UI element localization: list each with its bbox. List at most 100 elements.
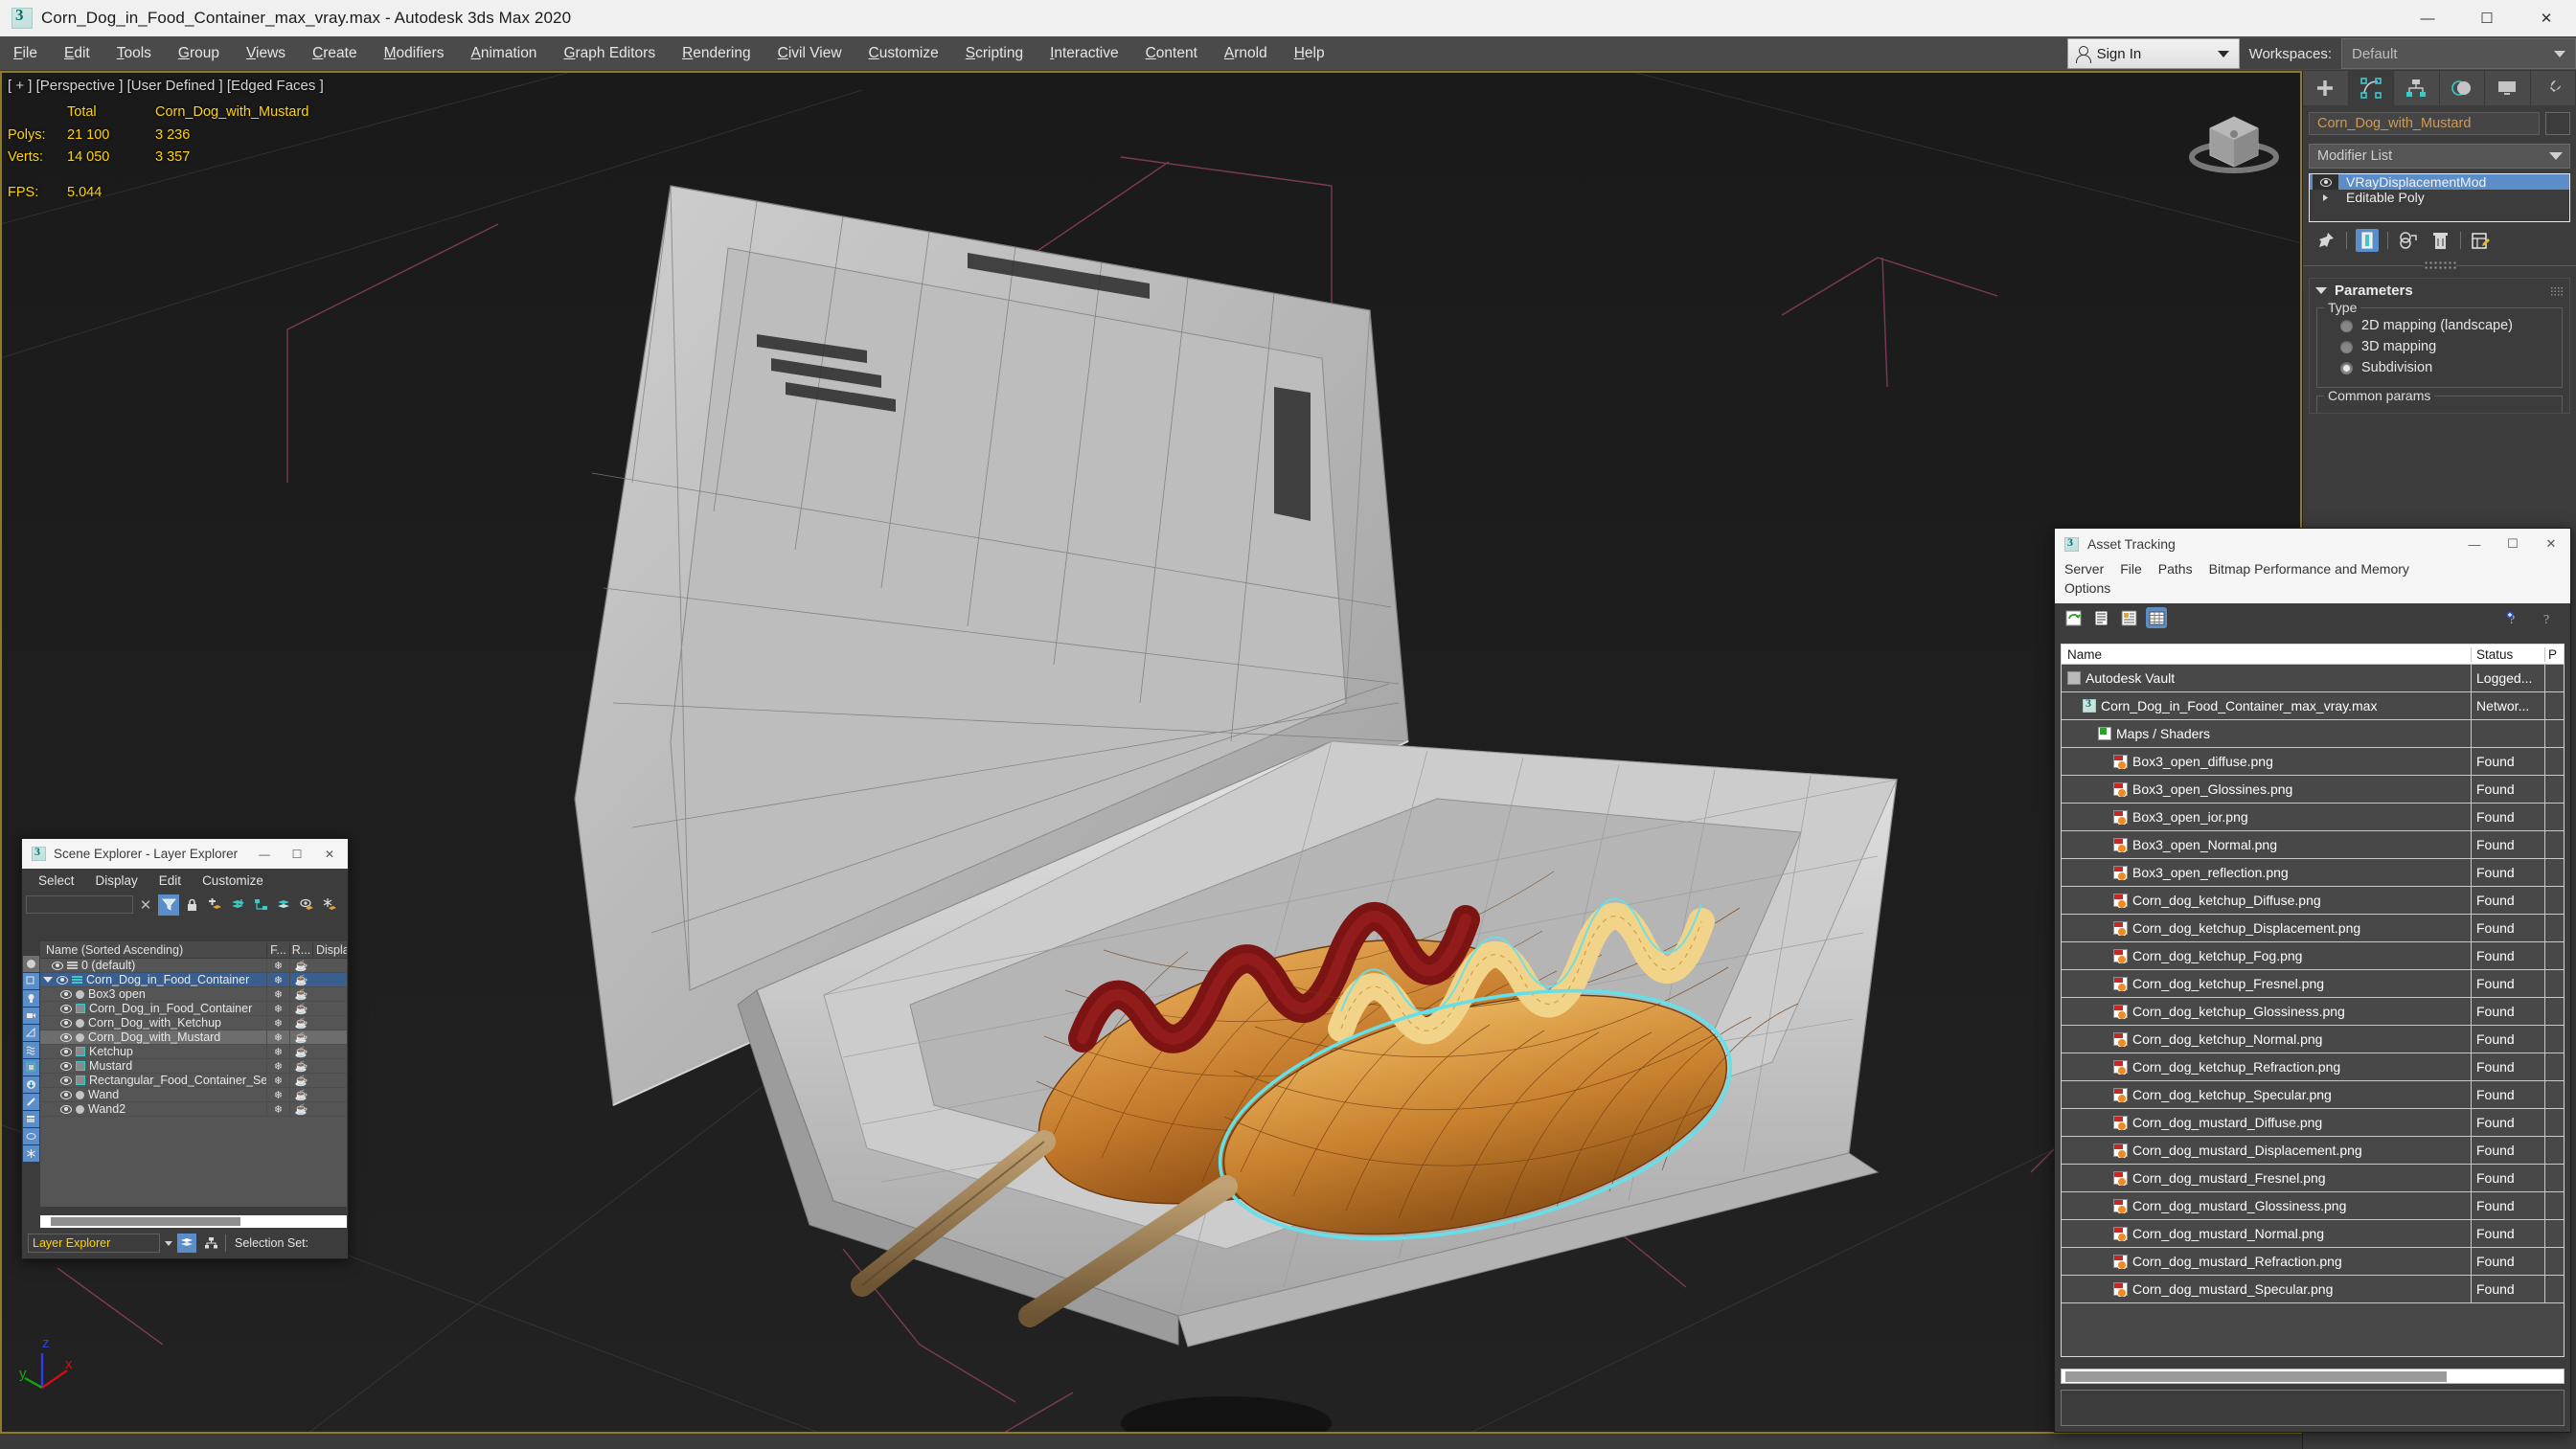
menu-views[interactable]: Views — [233, 40, 299, 67]
at-menu-server[interactable]: Server — [2064, 559, 2112, 578]
scrollbar-thumb[interactable] — [2065, 1370, 2448, 1382]
create-tab[interactable] — [2303, 71, 2349, 105]
radio-2d-mapping[interactable]: 2D mapping (landscape) — [2323, 315, 2556, 336]
filter-icon[interactable] — [158, 894, 179, 916]
view-cube[interactable] — [2181, 92, 2287, 192]
row-render-cell[interactable]: ☕ — [289, 973, 312, 986]
refresh-icon[interactable] — [2063, 607, 2084, 628]
add-layer-icon[interactable] — [204, 894, 225, 916]
row-render-cell[interactable]: ☕ — [289, 1074, 312, 1087]
visibility-eye-icon[interactable] — [60, 1104, 72, 1114]
asset-row[interactable]: Maps / Shaders — [2062, 720, 2564, 748]
asset-row-name[interactable]: Corn_dog_ketchup_Fog.png — [2062, 948, 2471, 963]
asset-row-name[interactable]: Corn_dog_mustard_Diffuse.png — [2062, 1115, 2471, 1130]
asset-row[interactable]: Corn_dog_mustard_Diffuse.png Found — [2062, 1109, 2564, 1137]
modifier-eye-icon[interactable] — [2313, 174, 2338, 190]
menu-scripting[interactable]: Scripting — [952, 40, 1037, 67]
asset-row[interactable]: Corn_dog_mustard_Displacement.png Found — [2062, 1137, 2564, 1165]
radio-subdivision[interactable]: Subdivision — [2323, 357, 2556, 378]
workspace-select[interactable]: Default — [2341, 38, 2576, 69]
asset-row[interactable]: Corn_dog_ketchup_Displacement.png Found — [2062, 915, 2564, 942]
row-frozen-cell[interactable]: ❄ — [266, 1102, 289, 1116]
modifier-list-dropdown[interactable]: Modifier List — [2309, 144, 2570, 169]
menu-customize[interactable]: Customize — [855, 40, 952, 67]
scene-explorer-dialog[interactable]: Scene Explorer - Layer Explorer — ☐ ✕ Se… — [21, 838, 349, 1259]
asset-row[interactable]: Corn_dog_ketchup_Specular.png Found — [2062, 1081, 2564, 1109]
column-render[interactable]: R... — [289, 942, 312, 957]
se-menu-display[interactable]: Display — [85, 872, 148, 890]
menu-modifiers[interactable]: Modifiers — [371, 40, 458, 67]
menu-content[interactable]: Content — [1132, 40, 1211, 67]
menu-graph-editors[interactable]: Graph Editors — [550, 40, 669, 67]
at-menu-options[interactable]: Options — [2064, 578, 2119, 598]
list-view-icon[interactable] — [2090, 607, 2111, 628]
scene-explorer-row-name[interactable]: Wand — [40, 1088, 266, 1101]
asset-row-name[interactable]: Corn_dog_ketchup_Refraction.png — [2062, 1059, 2471, 1075]
row-frozen-cell[interactable]: ❄ — [266, 1030, 289, 1044]
row-frozen-cell[interactable]: ❄ — [266, 1045, 289, 1058]
maximize-icon[interactable]: ☐ — [2494, 529, 2532, 559]
layers-icon[interactable] — [273, 894, 294, 916]
explorer-select[interactable]: Layer Explorer — [28, 1234, 160, 1253]
object-name-field[interactable]: Corn_Dog_with_Mustard — [2309, 112, 2540, 135]
search-input[interactable] — [26, 895, 133, 914]
close-icon[interactable]: ✕ — [2532, 529, 2570, 559]
scene-explorer-row-name[interactable]: Corn_Dog_in_Food_Container — [40, 1002, 266, 1015]
asset-row[interactable]: Box3_open_reflection.png Found — [2062, 859, 2564, 887]
visibility-eye-icon[interactable] — [60, 1018, 72, 1028]
scene-explorer-row[interactable]: Rectangular_Food_Container_Set ❄ ☕ — [40, 1074, 347, 1088]
row-frozen-cell[interactable]: ❄ — [266, 1074, 289, 1087]
row-render-cell[interactable]: ☕ — [289, 959, 312, 972]
hierarchy-icon[interactable] — [250, 894, 271, 916]
asset-row[interactable]: Corn_dog_mustard_Normal.png Found — [2062, 1220, 2564, 1248]
asset-row-name[interactable]: Corn_dog_mustard_Glossiness.png — [2062, 1198, 2471, 1213]
delete-modifier-icon[interactable] — [2428, 229, 2451, 252]
row-render-cell[interactable]: ☕ — [289, 1045, 312, 1058]
scene-explorer-row[interactable]: Wand2 ❄ ☕ — [40, 1102, 347, 1117]
asset-row[interactable]: Corn_dog_mustard_Glossiness.png Found — [2062, 1192, 2564, 1220]
visibility-eye-icon[interactable] — [60, 1075, 72, 1085]
scene-explorer-row-name[interactable]: Corn_Dog_with_Ketchup — [40, 1016, 266, 1030]
filter-shapes-icon[interactable] — [23, 973, 39, 989]
scene-explorer-row-name[interactable]: Corn_Dog_in_Food_Container — [40, 973, 266, 986]
close-icon[interactable]: ✕ — [2517, 0, 2576, 36]
minimize-icon[interactable]: — — [2455, 529, 2494, 559]
scene-explorer-hscrollbar[interactable] — [40, 1215, 347, 1228]
scene-explorer-list[interactable]: Name (Sorted Ascending) F... R... Displa… — [40, 941, 347, 1207]
clear-search-icon[interactable]: ✕ — [135, 894, 156, 916]
asset-row-name[interactable]: Corn_dog_mustard_Refraction.png — [2062, 1254, 2471, 1269]
asset-row[interactable]: Autodesk Vault Logged... — [2062, 665, 2564, 692]
scene-explorer-row-name[interactable]: 0 (default) — [40, 959, 266, 972]
row-frozen-cell[interactable]: ❄ — [266, 959, 289, 972]
menu-civil-view[interactable]: Civil View — [764, 40, 855, 67]
asset-row-name[interactable]: Corn_dog_mustard_Displacement.png — [2062, 1143, 2471, 1158]
hierarchy-explorer-toggle[interactable] — [201, 1234, 220, 1253]
asset-row[interactable]: Corn_dog_ketchup_Normal.png Found — [2062, 1026, 2564, 1053]
se-menu-select[interactable]: Select — [28, 872, 85, 890]
visibility-eye-icon[interactable] — [60, 989, 72, 999]
menu-create[interactable]: Create — [299, 40, 371, 67]
row-render-cell[interactable]: ☕ — [289, 1002, 312, 1015]
asset-row[interactable]: Box3_open_ior.png Found — [2062, 804, 2564, 831]
asset-row-name[interactable]: Box3_open_reflection.png — [2062, 865, 2471, 880]
scene-explorer-row[interactable]: Box3 open ❄ ☕ — [40, 987, 347, 1002]
expand-arrow-icon[interactable] — [2313, 190, 2338, 205]
row-frozen-cell[interactable]: ❄ — [266, 973, 289, 986]
scrollbar-thumb[interactable] — [51, 1217, 241, 1226]
menu-file[interactable]: File — [0, 40, 51, 67]
scene-explorer-row-name[interactable]: Wand2 — [40, 1102, 266, 1116]
modifier-stack-item-vraydisplacement[interactable]: VRayDisplacementMod — [2310, 174, 2569, 190]
filter-geometry-icon[interactable] — [23, 956, 39, 972]
filter-helpers-icon[interactable] — [23, 1025, 39, 1041]
asset-tracking-hscrollbar[interactable] — [2061, 1369, 2565, 1384]
object-color-swatch[interactable] — [2545, 112, 2570, 135]
asset-row[interactable]: Corn_dog_ketchup_Refraction.png Found — [2062, 1053, 2564, 1081]
asset-row[interactable]: Box3_open_diffuse.png Found — [2062, 748, 2564, 776]
visibility-eye-icon[interactable] — [60, 1047, 72, 1056]
asset-tracking-grid[interactable]: Name Status P Autodesk VaultLogged...Cor… — [2061, 644, 2565, 1357]
menu-edit[interactable]: Edit — [51, 40, 103, 67]
asset-row-name[interactable]: Box3_open_ior.png — [2062, 809, 2471, 825]
asset-row-name[interactable]: Corn_dog_mustard_Normal.png — [2062, 1226, 2471, 1241]
scene-explorer-row[interactable]: Wand ❄ ☕ — [40, 1088, 347, 1102]
asset-row-name[interactable]: Corn_dog_ketchup_Fresnel.png — [2062, 976, 2471, 991]
